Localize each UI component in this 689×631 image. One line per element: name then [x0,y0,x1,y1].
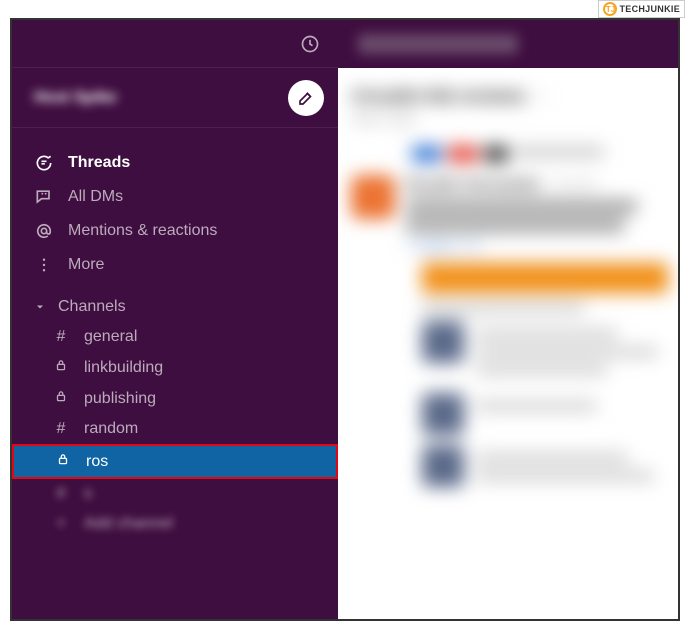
pill-3[interactable] [484,146,508,162]
text-line [476,471,654,481]
main-content-blurred: #rosalin-feb-reviews ☆ Add a topic Rosal… [338,68,678,489]
watermark-text: TECHJUNKIE [619,4,680,14]
mentions-icon [34,221,54,241]
hash-icon: # [52,485,70,503]
channel-publishing[interactable]: publishing [12,383,338,414]
main-top-bar [338,20,678,68]
text-line [476,347,658,357]
nav-more[interactable]: More [12,248,338,282]
channel-label: general [84,328,137,346]
text-line [476,453,628,463]
search-input[interactable] [358,34,518,54]
compose-icon [297,89,315,107]
history-icon[interactable] [300,34,320,54]
channel-label: Add channel [84,515,173,533]
lock-icon [52,358,70,377]
nav-mentions-label: Mentions & reactions [68,222,217,240]
watermark-logo-icon: TJ [603,2,617,16]
text-line [476,329,617,339]
channel-label: random [84,420,138,438]
channels-label: Channels [58,298,126,316]
nav-threads[interactable]: Threads [12,146,338,180]
nav-threads-label: Threads [68,154,130,172]
channel-label: publishing [84,390,156,408]
message-1[interactable]: Rosalin Hernandez 3:00 AM 7 replies 1 hr [352,176,678,253]
reaction-pills [412,146,678,162]
watermark: TJ TECHJUNKIE [598,0,685,18]
channel-label: linkbuilding [84,359,163,377]
nav-all-dms-label: All DMs [68,188,123,206]
avatar[interactable] [352,176,394,218]
message-user[interactable]: Rosalin Hernandez [406,176,541,193]
channels-section-header[interactable]: Channels [12,282,338,322]
workspace-header[interactable]: Host Spike [12,68,338,128]
message-2[interactable] [422,321,678,383]
banner-bar[interactable] [422,263,668,293]
threads-icon [34,153,54,173]
app-root: Host Spike Threads All DMs [12,20,678,619]
channel-title: #rosalin-feb-reviews [352,86,526,107]
text-line [422,303,585,313]
sidebar-top-bar [12,20,338,68]
star-icon[interactable]: ☆ [536,88,549,105]
sidebar: Host Spike Threads All DMs [12,20,338,619]
channel-linkbuilding[interactable]: linkbuilding [12,352,338,383]
nav-mentions[interactable]: Mentions & reactions [12,214,338,248]
lock-icon [52,389,70,408]
avatar[interactable] [422,393,464,435]
app-frame: Host Spike Threads All DMs [10,18,680,621]
workspace-name: Host Spike [34,89,117,107]
nav-list: Threads All DMs Mentions & reactions Mor… [12,128,338,539]
avatar[interactable] [422,321,464,363]
channel-label: ros [86,453,108,471]
reply-count[interactable]: 7 replies 1 hr [406,238,678,253]
channel-add[interactable]: + Add channel [12,509,338,539]
compose-button[interactable] [288,80,324,116]
pill-1[interactable] [412,146,442,162]
channel-label: s [84,485,92,503]
message-3[interactable] [422,393,678,435]
message-text-line [406,200,637,213]
message-4[interactable] [422,445,678,489]
caret-down-icon [34,301,46,313]
hash-icon: # [52,420,70,438]
message-time: 3:00 AM [551,178,595,192]
channel-topic[interactable]: Add a topic [352,111,678,126]
more-icon [34,255,54,275]
lock-icon [54,452,72,471]
channel-ros[interactable]: ros [12,444,338,479]
channel-random[interactable]: # random [12,414,338,444]
hash-icon: # [52,328,70,346]
pill-4[interactable] [514,146,604,158]
plus-icon: + [52,515,70,533]
channel-general[interactable]: # general [12,322,338,352]
text-line [476,401,597,411]
nav-more-label: More [68,256,104,274]
avatar[interactable] [422,445,464,487]
main-panel: #rosalin-feb-reviews ☆ Add a topic Rosal… [338,20,678,619]
nav-all-dms[interactable]: All DMs [12,180,338,214]
pill-2[interactable] [448,146,478,162]
text-line [476,365,607,375]
dms-icon [34,187,54,207]
channel-blurred-1[interactable]: # s [12,479,338,509]
message-text-line [406,219,624,232]
